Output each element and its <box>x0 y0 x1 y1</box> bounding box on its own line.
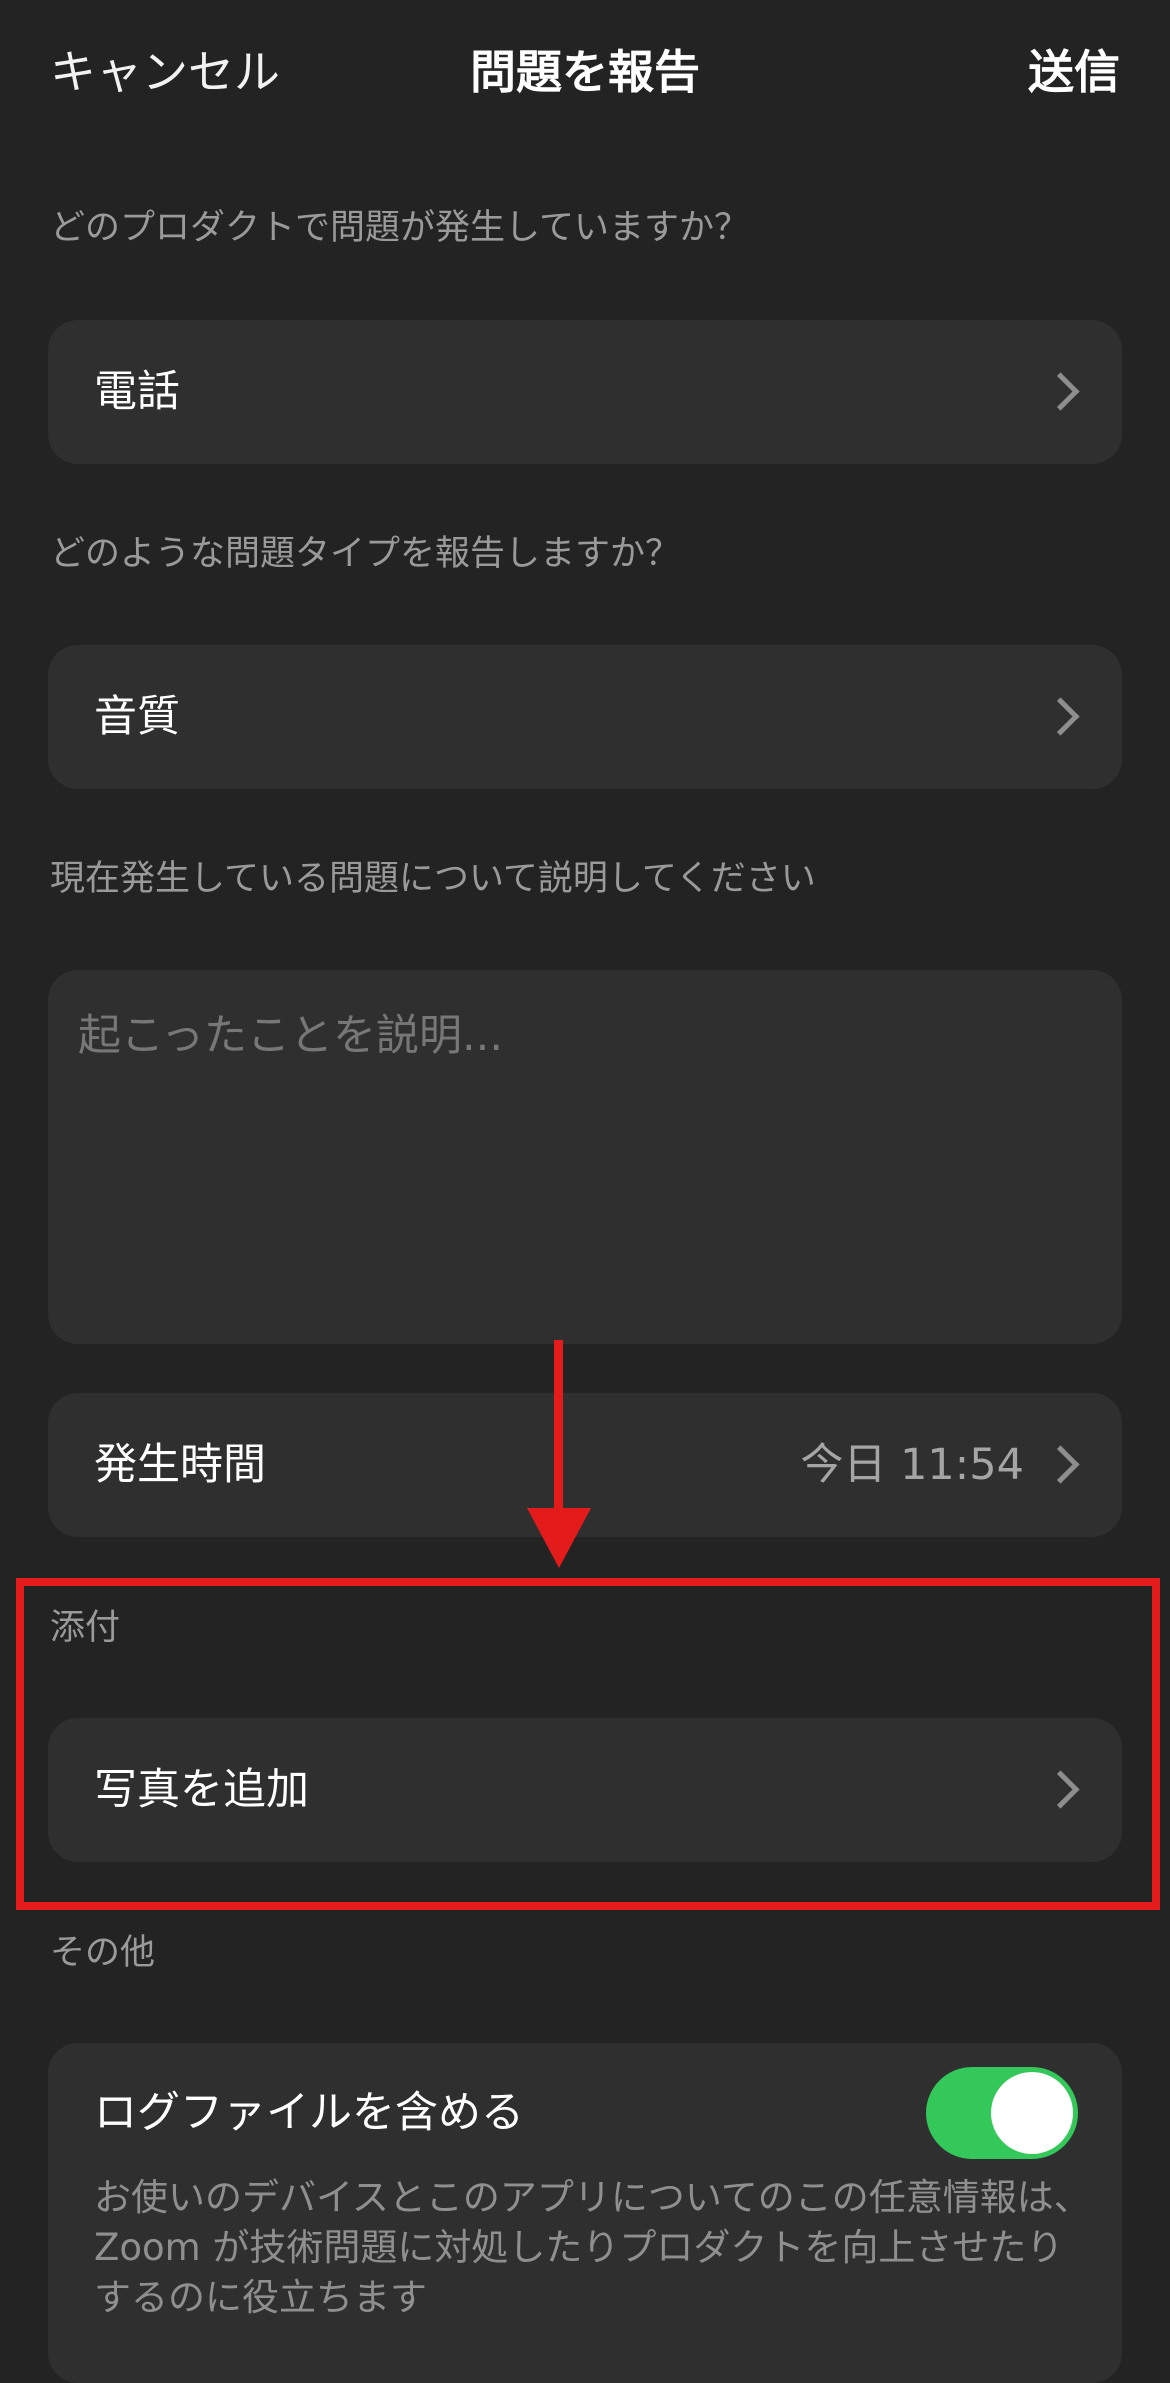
description-placeholder: 起こったことを説明... <box>78 1011 503 1061</box>
product-value: 電話 <box>94 367 180 417</box>
chevron-right-icon <box>1041 372 1080 411</box>
occurrence-time-value: 今日 11:54 <box>800 1440 1024 1490</box>
include-logs-card: ログファイルを含める お使いのデバイスとこのアプリについてのこの任意情報は、Zo… <box>48 2043 1122 2383</box>
annotation-highlight-box <box>16 1578 1160 1910</box>
product-select-row[interactable]: 電話 <box>48 320 1122 464</box>
occurrence-time-label: 発生時間 <box>94 1440 266 1490</box>
cancel-button[interactable]: キャンセル <box>50 44 280 100</box>
chevron-right-icon <box>1041 697 1080 736</box>
annotation-arrow-shaft <box>554 1340 563 1530</box>
send-button[interactable]: 送信 <box>1028 44 1120 100</box>
toggle-knob <box>991 2072 1073 2154</box>
description-section-label: 現在発生している問題について説明してください <box>50 859 816 899</box>
include-logs-label: ログファイルを含める <box>94 2088 524 2138</box>
issue-type-value: 音質 <box>94 692 180 742</box>
other-section-label: その他 <box>50 1933 156 1973</box>
chevron-right-icon <box>1041 1445 1080 1484</box>
issue-type-select-row[interactable]: 音質 <box>48 645 1122 789</box>
annotation-arrow-head <box>527 1508 591 1568</box>
include-logs-toggle[interactable] <box>926 2067 1078 2159</box>
description-textarea[interactable]: 起こったことを説明... <box>48 970 1122 1344</box>
include-logs-description: お使いのデバイスとこのアプリについてのこの任意情報は、Zoom が技術問題に対処… <box>94 2176 1091 2319</box>
issue-type-section-label: どのような問題タイプを報告しますか？ <box>50 534 681 574</box>
product-section-label: どのプロダクトで問題が発生していますか？ <box>50 208 749 248</box>
